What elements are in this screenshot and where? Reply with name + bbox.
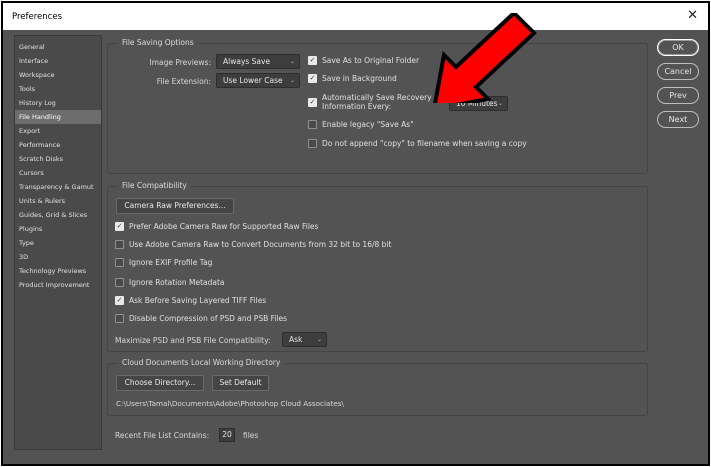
image-previews-select[interactable]: Always Save ⌄	[216, 54, 300, 69]
legacy-save-as-option[interactable]: Enable legacy "Save As"	[308, 120, 414, 129]
compat-option-ignore-exif[interactable]: Ignore EXIF Profile Tag	[115, 258, 212, 267]
chevron-down-icon: ⌄	[316, 336, 322, 343]
file-extension-select[interactable]: Use Lower Case ⌄	[216, 73, 300, 88]
chevron-down-icon: ⌄	[289, 77, 295, 84]
sidebar-item-interface[interactable]: Interface	[15, 54, 101, 68]
save-original-folder-label: Save As to Original Folder	[322, 56, 420, 65]
sidebar-item-cursors[interactable]: Cursors	[15, 166, 101, 180]
ignore-rotation-checkbox[interactable]	[115, 278, 124, 287]
choose-directory-button[interactable]: Choose Directory...	[116, 375, 204, 391]
sidebar-item-type[interactable]: Type	[15, 236, 101, 250]
sidebar-item-technology-previews[interactable]: Technology Previews	[15, 264, 101, 278]
no-copy-label: Do not append "copy" to filename when sa…	[322, 139, 527, 148]
cloud-documents-legend: Cloud Documents Local Working Directory	[118, 358, 285, 367]
next-button[interactable]: Next	[657, 111, 699, 128]
sidebar-item-general[interactable]: General	[15, 40, 101, 54]
save-original-folder-option[interactable]: ✓ Save As to Original Folder	[308, 56, 419, 65]
camera-raw-preferences-button[interactable]: Camera Raw Preferences...	[116, 198, 234, 214]
auto-save-option[interactable]: ✓ Automatically Save Recovery Informatio…	[308, 93, 432, 111]
auto-save-label-line1: Automatically Save Recovery	[322, 93, 432, 102]
title-bar: Preferences ✕	[3, 3, 708, 30]
sidebar-item-product-improvement[interactable]: Product Improvement	[15, 278, 101, 292]
ask-tiff-label: Ask Before Saving Layered TIFF Files	[129, 296, 267, 305]
save-background-option[interactable]: ✓ Save in Background	[308, 74, 397, 83]
compat-option-acr-convert[interactable]: Use Adobe Camera Raw to Convert Document…	[115, 240, 391, 249]
auto-save-label: Automatically Save Recovery Information …	[322, 93, 432, 111]
acr-convert-label: Use Adobe Camera Raw to Convert Document…	[129, 240, 392, 249]
sidebar-item-history-log[interactable]: History Log	[15, 96, 101, 110]
ignore-exif-checkbox[interactable]	[115, 258, 124, 267]
chevron-down-icon: ⌄	[289, 58, 295, 65]
compat-option-ignore-rotation[interactable]: Ignore Rotation Metadata	[115, 278, 225, 287]
sidebar-item-guides-grid[interactable]: Guides, Grid & Slices	[15, 208, 101, 222]
save-original-folder-checkbox[interactable]: ✓	[308, 56, 317, 65]
file-extension-value: Use Lower Case	[223, 76, 283, 85]
ok-button[interactable]: OK	[657, 39, 699, 56]
sidebar-item-tools[interactable]: Tools	[15, 82, 101, 96]
image-previews-label: Image Previews:	[149, 58, 211, 67]
compat-option-prefer-acr[interactable]: ✓ Prefer Adobe Camera Raw for Supported …	[115, 222, 318, 231]
disable-compression-checkbox[interactable]	[115, 314, 124, 323]
maximize-compatibility-value: Ask	[289, 335, 303, 344]
image-previews-value: Always Save	[223, 57, 271, 66]
set-default-button[interactable]: Set Default	[212, 375, 269, 391]
sidebar-item-plugins[interactable]: Plugins	[15, 222, 101, 236]
prefer-acr-label: Prefer Adobe Camera Raw for Supported Ra…	[129, 222, 319, 231]
file-saving-options-legend: File Saving Options	[118, 38, 198, 47]
ask-tiff-checkbox[interactable]: ✓	[115, 296, 124, 305]
acr-convert-checkbox[interactable]	[115, 240, 124, 249]
cloud-directory-path: C:\Users\Tamal\Documents\Adobe\Photoshop…	[116, 399, 344, 408]
cancel-button[interactable]: Cancel	[657, 63, 699, 80]
sidebar-item-export[interactable]: Export	[15, 124, 101, 138]
prefer-acr-checkbox[interactable]: ✓	[115, 222, 124, 231]
ignore-rotation-label: Ignore Rotation Metadata	[129, 278, 225, 287]
recent-files-input[interactable]: 20	[219, 428, 235, 442]
sidebar-item-transparency[interactable]: Transparency & Gamut	[15, 180, 101, 194]
maximize-compatibility-label: Maximize PSD and PSB File Compatibility:	[115, 336, 271, 345]
sidebar-item-scratch-disks[interactable]: Scratch Disks	[15, 152, 101, 166]
maximize-compatibility-select[interactable]: Ask ⌄	[282, 332, 327, 347]
save-background-checkbox[interactable]: ✓	[308, 74, 317, 83]
window-title: Preferences	[12, 12, 62, 22]
save-background-label: Save in Background	[322, 74, 397, 83]
auto-save-label-line2: Information Every:	[322, 102, 392, 111]
file-compatibility-legend: File Compatibility	[118, 181, 191, 190]
file-extension-label: File Extension:	[156, 77, 211, 86]
prev-button[interactable]: Prev	[657, 87, 699, 104]
disable-compression-label: Disable Compression of PSD and PSB Files	[129, 314, 288, 323]
annotation-arrow-icon	[433, 13, 537, 103]
ignore-exif-label: Ignore EXIF Profile Tag	[129, 258, 213, 267]
no-copy-checkbox[interactable]	[308, 139, 317, 148]
legacy-save-as-checkbox[interactable]	[308, 120, 317, 129]
sidebar-item-3d[interactable]: 3D	[15, 250, 101, 264]
sidebar-item-file-handling[interactable]: File Handling	[15, 110, 101, 124]
sidebar-item-workspace[interactable]: Workspace	[15, 68, 101, 82]
no-copy-option[interactable]: Do not append "copy" to filename when sa…	[308, 139, 527, 148]
recent-files-suffix: files	[243, 431, 259, 440]
legacy-save-as-label: Enable legacy "Save As"	[322, 120, 414, 129]
preferences-sidebar: General Interface Workspace Tools Histor…	[14, 35, 102, 450]
close-icon[interactable]: ✕	[687, 8, 698, 23]
auto-save-checkbox[interactable]: ✓	[308, 97, 317, 107]
compat-option-disable-compression[interactable]: Disable Compression of PSD and PSB Files	[115, 314, 287, 323]
recent-files-label: Recent File List Contains:	[115, 431, 210, 440]
preferences-dialog: Preferences ✕ General Interface Workspac…	[1, 1, 710, 466]
sidebar-item-performance[interactable]: Performance	[15, 138, 101, 152]
sidebar-item-units-rulers[interactable]: Units & Rulers	[15, 194, 101, 208]
compat-option-ask-tiff[interactable]: ✓ Ask Before Saving Layered TIFF Files	[115, 296, 266, 305]
